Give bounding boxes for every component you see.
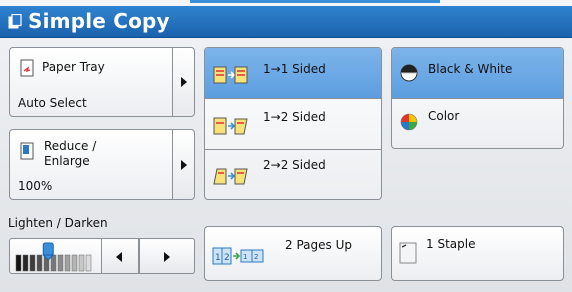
sided-option-1-2[interactable]: 1→2 Sided: [205, 99, 381, 150]
top-accent-bar: [190, 0, 440, 3]
arrow-right-icon: [164, 252, 170, 262]
density-tick: [78, 254, 85, 272]
svg-text:2: 2: [224, 253, 230, 263]
staple-label: 1 Staple: [426, 237, 476, 251]
reduce-enlarge-more-button[interactable]: [172, 130, 194, 199]
svg-text:2: 2: [254, 253, 258, 261]
reduce-enlarge-value: 100%: [18, 179, 53, 193]
paper-tray-button[interactable]: Paper Tray Auto Select: [9, 47, 195, 117]
window-title: Simple Copy: [28, 9, 170, 33]
lighter-button[interactable]: [101, 238, 139, 274]
copy-settings-panel: Paper Tray Auto Select Reduce / Enlarge …: [0, 38, 572, 292]
reduce-enlarge-button[interactable]: Reduce / Enlarge 100%: [9, 129, 195, 200]
color-option-color[interactable]: Color: [392, 99, 563, 148]
arrow-left-icon: [116, 252, 122, 262]
one-to-one-sided-icon: [213, 66, 248, 84]
sided-option-label: 1→1 Sided: [263, 62, 326, 76]
two-to-two-sided-icon: [213, 168, 248, 185]
svg-text:1: 1: [243, 253, 247, 261]
staple-icon: [399, 242, 417, 264]
sided-options-group: 1→1 Sided 1→2 Sided 2→2 Sided: [204, 47, 382, 200]
color-option-label: Color: [428, 109, 460, 123]
reduce-enlarge-icon: [20, 142, 34, 160]
two-pages-up-icon: 1 2 1 2: [212, 247, 264, 265]
color-option-label: Black & White: [428, 62, 513, 76]
copy-app-icon: [8, 14, 22, 29]
color-option-black-white[interactable]: Black & White: [392, 48, 563, 99]
paper-tray-label: Paper Tray: [42, 60, 105, 74]
sided-option-label: 1→2 Sided: [263, 110, 326, 124]
title-bar: Simple Copy: [0, 6, 572, 38]
one-to-two-sided-icon: [213, 117, 248, 135]
color-mode-group: Black & White Color: [391, 47, 564, 149]
density-tick: [29, 254, 36, 272]
sided-option-2-2[interactable]: 2→2 Sided: [205, 150, 381, 199]
color-wheel-icon: [400, 113, 418, 131]
density-tick: [85, 254, 92, 272]
paper-tray-value: Auto Select: [18, 96, 87, 110]
density-tick: [15, 254, 22, 272]
sided-option-label: 2→2 Sided: [263, 158, 326, 172]
sided-option-1-1[interactable]: 1→1 Sided: [205, 48, 381, 99]
paper-tray-more-button[interactable]: [172, 48, 194, 116]
density-tick: [57, 254, 64, 272]
density-tick: [50, 254, 57, 272]
black-white-icon: [400, 64, 418, 82]
density-tick: [36, 254, 43, 272]
density-slider[interactable]: [14, 241, 98, 273]
reduce-label-line1: Reduce /: [44, 139, 97, 153]
staple-button[interactable]: 1 Staple: [391, 226, 564, 281]
darker-button[interactable]: [139, 238, 195, 274]
pages-up-button[interactable]: 1 2 1 2 2 Pages Up: [204, 226, 382, 281]
density-tick: [71, 254, 78, 272]
chevron-right-icon: [181, 77, 187, 87]
pages-up-label: 2 Pages Up: [285, 238, 352, 252]
density-tick: [22, 254, 29, 272]
reduce-label-line2: Enlarge: [44, 154, 90, 168]
lighten-darken-label: Lighten / Darken: [8, 216, 108, 230]
svg-text:1: 1: [215, 253, 221, 263]
paper-tray-icon: [20, 59, 34, 77]
density-tick: [64, 254, 71, 272]
chevron-right-icon: [181, 159, 187, 170]
lighten-darken-control: [9, 238, 195, 274]
